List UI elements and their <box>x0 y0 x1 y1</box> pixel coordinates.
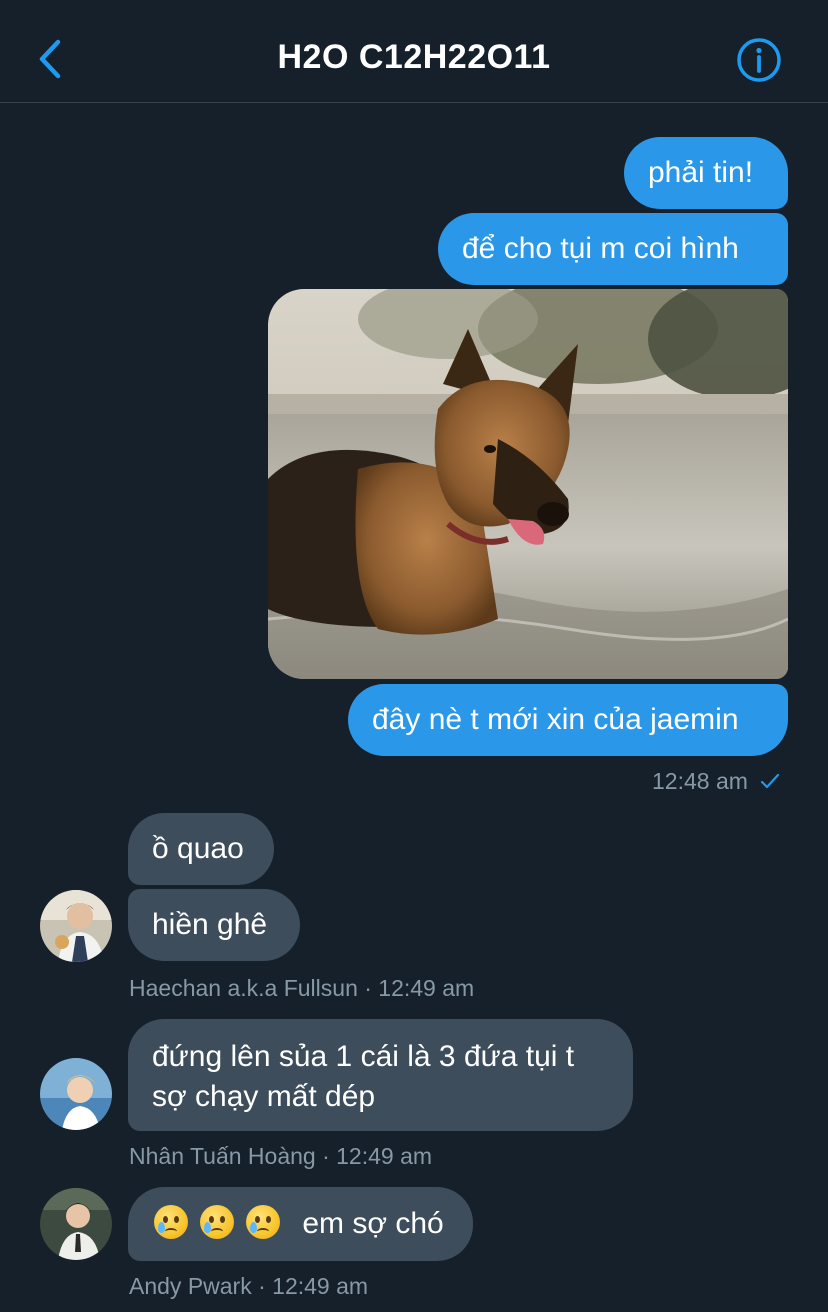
crying-face-icon <box>246 1205 280 1239</box>
sender-meta: Andy Pwark · 12:49 am <box>129 1273 369 1299</box>
incoming-message[interactable]: đứng lên sủa 1 cái là 3 đứa tụi t sợ chạ… <box>128 1019 633 1131</box>
crying-face-icon <box>154 1205 188 1239</box>
outgoing-message[interactable]: để cho tụi m coi hình <box>438 213 788 285</box>
avatar[interactable] <box>40 1058 112 1130</box>
avatar-image <box>40 1188 112 1260</box>
conversation-title[interactable]: H2O C12H22O11 <box>0 38 828 77</box>
message-line: sợ chạy mất dép <box>152 1080 376 1113</box>
conversation-header: H2O C12H22O11 <box>0 0 828 103</box>
timestamp-text: 12:48 am <box>652 768 748 794</box>
message-text: hiền ghê <box>152 908 268 941</box>
incoming-message[interactable]: ồ quao <box>128 813 274 885</box>
dog-photo <box>268 289 788 679</box>
checkmark-icon <box>761 773 780 789</box>
info-circle-icon <box>737 38 781 82</box>
incoming-message[interactable]: em sợ chó <box>128 1187 473 1261</box>
outgoing-message[interactable]: phải tin! <box>624 137 788 209</box>
message-line: đứng lên sủa 1 cái là 3 đứa tụi t <box>152 1040 575 1073</box>
message-text: phải tin! <box>648 156 754 189</box>
outgoing-timestamp: 12:48 am <box>652 768 780 795</box>
message-text: để cho tụi m coi hình <box>462 232 739 265</box>
image-attachment[interactable] <box>268 289 788 679</box>
sender-meta: Haechan a.k.a Fullsun · 12:49 am <box>129 975 475 1001</box>
avatar-image <box>40 890 112 962</box>
avatar[interactable] <box>40 1188 112 1260</box>
message-text: em sợ chó <box>302 1207 444 1240</box>
avatar[interactable] <box>40 890 112 962</box>
sender-meta: Nhân Tuấn Hoàng · 12:49 am <box>129 1143 433 1169</box>
crying-face-icon <box>200 1205 234 1239</box>
avatar-image <box>40 1058 112 1130</box>
incoming-message[interactable]: hiền ghê <box>128 889 300 961</box>
outgoing-message[interactable]: đây nè t mới xin của jaemin <box>348 684 788 756</box>
info-button[interactable] <box>736 37 782 83</box>
message-text: đây nè t mới xin của jaemin <box>372 703 739 736</box>
message-text: ồ quao <box>152 832 244 865</box>
